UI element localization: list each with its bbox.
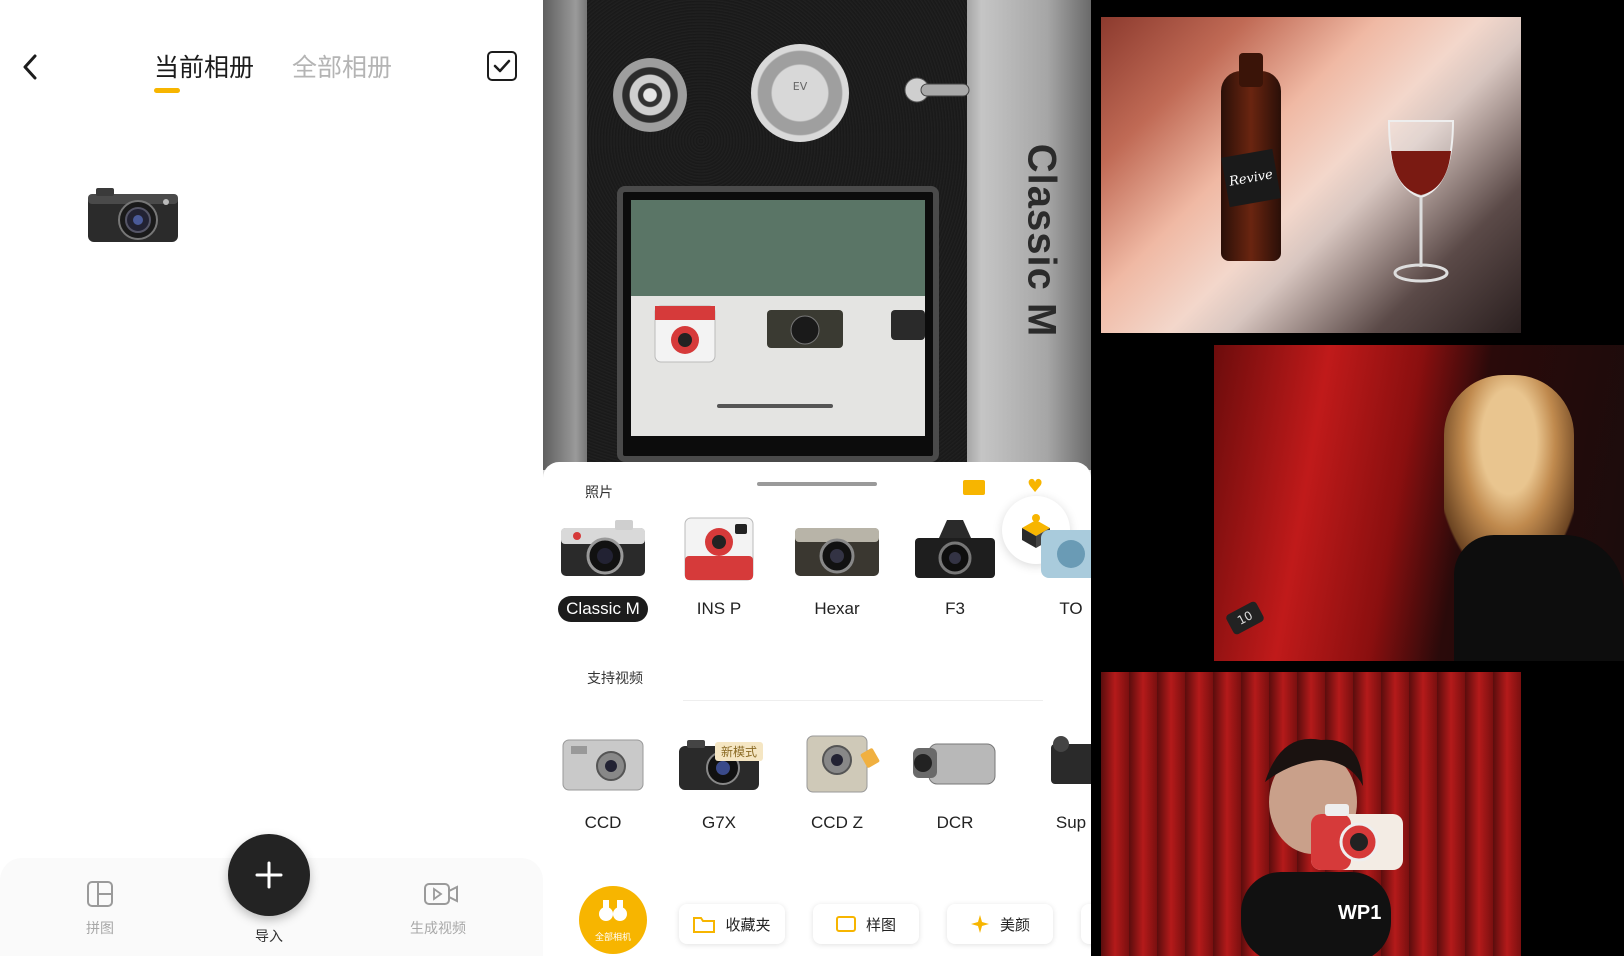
album-photo-thumbnail[interactable]: [86, 186, 180, 244]
bottle-shape: Revive: [1221, 53, 1281, 261]
camera-viewfinder-screen: [617, 186, 939, 462]
camera-tabbar: 全部相机 收藏夹 样图 美颜: [543, 862, 1091, 956]
shutter-knob-icon[interactable]: [613, 58, 687, 132]
sparkle-icon: [970, 915, 989, 933]
camera-screen: EV Classic M 照片 ♥ Classic M INS P Hexar …: [543, 0, 1091, 956]
video-camera-row: CCD G7X CCD Z DCR Sup: [543, 730, 1091, 860]
generate-video-button[interactable]: 生成视频: [393, 880, 483, 938]
album-tabs: 当前相册 全部相册: [154, 48, 392, 93]
screen-scroll-bar: [717, 404, 833, 408]
sample-photo-curtain: [1101, 672, 1521, 956]
binoculars-icon: [599, 900, 627, 921]
tab-label: 全部相册: [292, 53, 393, 82]
camera-name: CCD: [584, 813, 622, 832]
tab-all-albums[interactable]: 全部相册: [292, 48, 392, 88]
new-mode-tag: 新模式: [715, 742, 764, 761]
camera-name: TO: [1059, 599, 1083, 618]
video-label: 生成视频: [410, 921, 466, 937]
image-icon: [835, 916, 856, 932]
camera-option-hexar[interactable]: Hexar: [787, 516, 887, 622]
camera-name: INS P: [696, 599, 742, 618]
photo-section-label: 照片: [585, 485, 613, 501]
camera-name: F3: [945, 599, 965, 618]
sup-camera-icon: [1027, 730, 1091, 796]
photo-camera-row: Classic M INS P Hexar F3 TO: [543, 516, 1091, 646]
camera-name: Hexar: [814, 599, 860, 618]
sample-photos-panel: Revive 10: [1091, 0, 1624, 956]
tab-label: 当前相册: [154, 53, 255, 82]
camera-name: Sup: [1055, 813, 1087, 832]
wine-glass-shape: [1381, 117, 1461, 287]
mini-camera-icon: [765, 304, 845, 350]
samples-button[interactable]: 样图: [813, 904, 919, 944]
wp1-label: WP1: [1338, 902, 1382, 924]
all-cameras-label: 全部相机: [594, 933, 631, 943]
folder-icon: [693, 917, 716, 933]
collage-label: 拼图: [86, 921, 114, 937]
camera-engraving: Classic M: [1019, 143, 1064, 337]
samples-label: 样图: [865, 915, 896, 934]
camera-option-classic-m[interactable]: Classic M: [553, 516, 653, 622]
heart-icon[interactable]: ♥: [1027, 476, 1043, 497]
ccd-camera-icon: [559, 730, 647, 796]
all-cameras-button[interactable]: 全部相机: [579, 886, 647, 954]
f3-camera-icon: [911, 516, 999, 582]
back-icon[interactable]: [16, 50, 44, 84]
beauty-button[interactable]: 美颜: [947, 904, 1053, 944]
dcr-camcorder-icon: [911, 730, 999, 796]
section-divider: [683, 700, 1043, 701]
camera-picker-sheet: 照片 ♥ Classic M INS P Hexar F3 TO 支持视频 CC…: [543, 462, 1091, 956]
camera-option-dcr[interactable]: DCR: [905, 730, 1005, 836]
wp1-camera-icon: [1311, 804, 1403, 870]
select-checkbox-icon[interactable]: [487, 51, 517, 81]
camera-name: Classic M: [558, 596, 648, 622]
mini-camera-icon: [889, 304, 925, 344]
collage-button[interactable]: 拼图: [55, 880, 145, 938]
more-tab-button[interactable]: [1081, 904, 1091, 944]
camera-option-ccd-z[interactable]: CCD Z: [787, 730, 887, 836]
camera-option-ccd[interactable]: CCD: [553, 730, 653, 836]
import-button[interactable]: [228, 834, 310, 916]
seat-number: 10: [1224, 600, 1266, 636]
mail-icon[interactable]: [963, 480, 985, 495]
collage-icon: [85, 880, 115, 908]
camera-option-sup[interactable]: Sup: [1021, 730, 1091, 836]
screenshot-collage: 当前相册 全部相册 拼图 导入 生成视频 EV Classic M 照片 ♥ C…: [0, 0, 1624, 956]
to-camera-icon: [1027, 516, 1091, 582]
camera-name: DCR: [936, 813, 974, 832]
ev-dial-label: EV: [792, 80, 808, 93]
camera-option-to[interactable]: TO: [1021, 516, 1091, 622]
favorites-button[interactable]: 收藏夹: [679, 904, 785, 944]
import-label: 导入: [255, 929, 283, 945]
ins-p-camera-icon: [675, 516, 763, 582]
favorites-label: 收藏夹: [725, 915, 771, 934]
camera-name: CCD Z: [811, 813, 863, 832]
tab-indicator: [154, 88, 180, 93]
camera-option-ins-p[interactable]: INS P: [669, 516, 769, 622]
hexar-camera-icon: [793, 516, 881, 582]
sample-photo-cinema: 10: [1214, 345, 1624, 661]
g7x-camera-icon: [675, 730, 763, 796]
beauty-label: 美颜: [999, 915, 1030, 934]
album-screen: 当前相册 全部相册 拼图 导入 生成视频: [0, 0, 543, 956]
sample-photo-bottle: Revive: [1101, 17, 1521, 333]
plus-icon: [255, 861, 283, 889]
camera-name: G7X: [701, 813, 737, 832]
bottle-label: Revive: [1221, 148, 1281, 208]
screen-top-area: [631, 200, 925, 296]
camera-option-f3[interactable]: F3: [905, 516, 1005, 622]
polaroid-camera-icon: [651, 302, 719, 366]
video-section-label: 支持视频: [587, 671, 643, 687]
advance-lever-icon[interactable]: [903, 76, 973, 104]
sheet-drag-handle[interactable]: [757, 482, 877, 486]
ccd-z-camera-icon: [793, 730, 881, 796]
dress-shape: [1454, 535, 1624, 661]
tab-current-album[interactable]: 当前相册: [154, 48, 255, 93]
video-icon: [423, 880, 458, 908]
ev-dial-icon[interactable]: EV: [751, 44, 849, 142]
classic-m-camera-icon: [559, 516, 647, 582]
